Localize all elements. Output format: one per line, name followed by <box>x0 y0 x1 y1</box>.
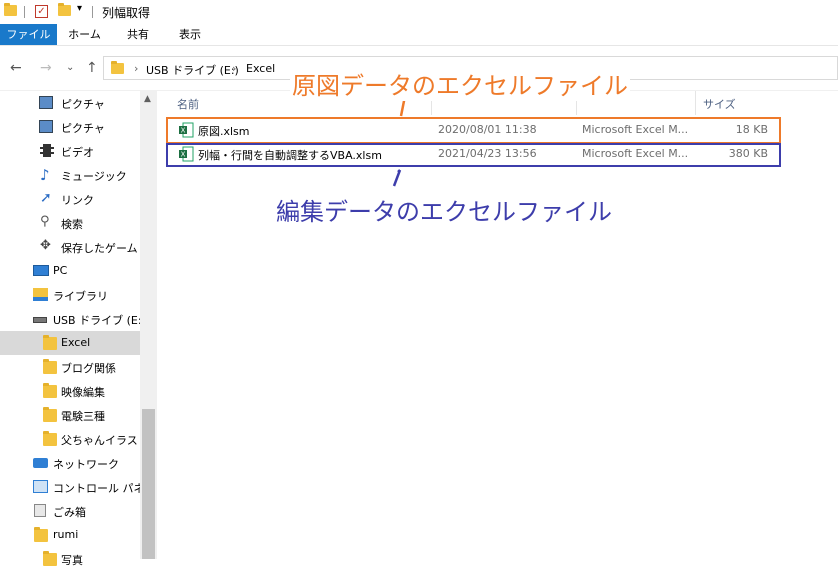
pictures-icon <box>39 96 53 109</box>
title-bar: ✓ ▾ 列幅取得 <box>0 0 838 24</box>
nav-item-recycle-bin[interactable]: ごみ箱 <box>0 499 140 523</box>
video-icon <box>40 144 54 157</box>
nav-item-search[interactable]: ⚲ 検索 <box>0 211 140 235</box>
network-icon <box>33 458 48 468</box>
usb-drive-icon <box>33 317 47 323</box>
folder-icon <box>43 551 57 566</box>
ribbon-tabs: ファイル ホーム 共有 表示 <box>0 24 838 45</box>
tab-share[interactable]: 共有 <box>112 24 164 45</box>
library-icon <box>33 288 48 301</box>
nav-item-library[interactable]: ライブラリ <box>0 283 140 307</box>
column-divider[interactable] <box>695 91 696 115</box>
scrollbar-thumb[interactable] <box>142 409 155 559</box>
control-panel-icon <box>33 480 48 493</box>
nav-item-music[interactable]: ♪ ミュージック <box>0 163 140 187</box>
search-icon: ⚲ <box>40 214 50 229</box>
properties-icon[interactable]: ✓ <box>35 5 48 18</box>
nav-item-pc[interactable]: PC <box>0 259 140 283</box>
nav-item-control-panel[interactable]: コントロール パネル <box>0 475 156 499</box>
quick-access-dropdown-icon[interactable]: ▾ <box>77 3 82 14</box>
annotation-original-file: 原図データのエクセルファイル <box>290 66 630 101</box>
nav-item-rumi[interactable]: rumi <box>0 523 140 547</box>
nav-item-saved-games[interactable]: ✥ 保存したゲーム <box>0 235 140 259</box>
annotation-edited-file: 編集データのエクセルファイル <box>276 198 612 226</box>
nav-item-network[interactable]: ネットワーク <box>0 451 140 475</box>
column-header-name[interactable]: 名前 <box>177 96 199 112</box>
highlight-box-edited <box>166 143 781 167</box>
folder-icon <box>43 431 57 446</box>
nav-item-video[interactable]: ビデオ <box>0 139 140 163</box>
folder-icon <box>43 359 57 374</box>
nav-item-denken[interactable]: 電験三種 <box>0 403 140 427</box>
separator <box>24 6 25 18</box>
nav-item-photos[interactable]: 写真 <box>0 547 140 571</box>
forward-arrow-icon[interactable]: → <box>40 60 52 76</box>
music-icon: ♪ <box>40 166 50 184</box>
game-icon: ✥ <box>40 238 51 253</box>
up-arrow-icon[interactable]: ↑ <box>86 60 98 76</box>
navigation-pane: ピクチャ ピクチャ ビデオ ♪ ミュージック ➚ リンク ⚲ 検索 ✥ 保存した… <box>0 91 157 567</box>
callout-pointer-blue <box>392 169 402 187</box>
folder-icon <box>43 335 57 350</box>
folder-icon <box>43 383 57 398</box>
back-arrow-icon[interactable]: ← <box>10 60 22 76</box>
nav-item-links[interactable]: ➚ リンク <box>0 187 140 211</box>
window-title: 列幅取得 <box>102 6 151 20</box>
folder-icon <box>4 3 17 16</box>
new-folder-icon[interactable] <box>58 3 71 16</box>
separator <box>92 6 93 18</box>
breadcrumb-usb-drive[interactable]: USB ドライブ (E:) <box>146 62 239 78</box>
folder-icon <box>34 527 48 542</box>
breadcrumb-excel[interactable]: Excel <box>246 62 275 75</box>
column-header-size[interactable]: サイズ <box>703 96 736 112</box>
highlight-box-original <box>166 117 781 144</box>
tab-view[interactable]: 表示 <box>164 24 216 45</box>
tab-file[interactable]: ファイル <box>0 24 57 45</box>
nav-pane-scrollbar[interactable]: ▲ <box>140 91 157 559</box>
nav-item-excel[interactable]: Excel <box>0 331 140 355</box>
nav-item-pictures[interactable]: ピクチャ <box>0 115 140 139</box>
callout-pointers <box>397 95 407 172</box>
folder-icon <box>43 407 57 422</box>
breadcrumb-chevron-icon[interactable]: › <box>232 62 236 75</box>
link-icon: ➚ <box>40 190 52 206</box>
pictures-icon <box>39 120 53 133</box>
nav-item-usb-drive[interactable]: USB ドライブ (E:) <box>0 307 146 331</box>
scroll-up-icon[interactable]: ▲ <box>144 94 151 104</box>
nav-item-video-editing[interactable]: 映像編集 <box>0 379 140 403</box>
nav-item-illustration[interactable]: 父ちゃんイラスト <box>0 427 149 451</box>
folder-icon <box>111 61 124 74</box>
recent-locations-chevron-icon[interactable]: ⌄ <box>66 62 74 73</box>
nav-item-blog[interactable]: ブログ関係 <box>0 355 140 379</box>
breadcrumb-chevron-icon[interactable]: › <box>134 62 138 75</box>
nav-item-pictures[interactable]: ピクチャ <box>0 91 140 115</box>
recycle-bin-icon <box>34 504 46 517</box>
tab-home[interactable]: ホーム <box>57 24 112 45</box>
pc-icon <box>33 265 49 276</box>
